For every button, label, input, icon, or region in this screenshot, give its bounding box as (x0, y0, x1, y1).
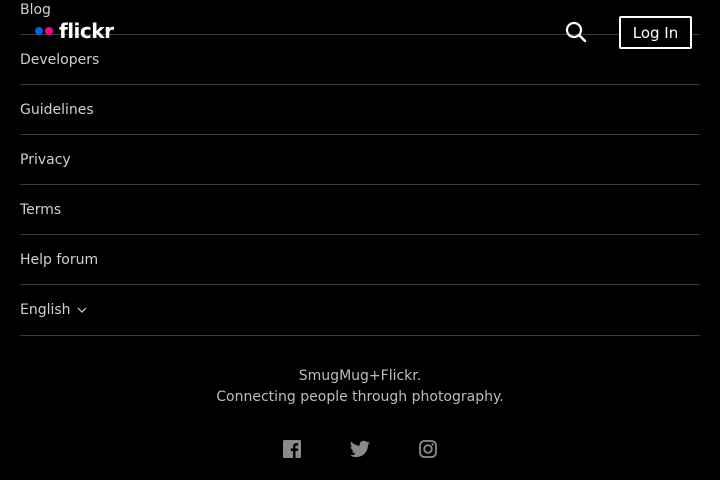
tagline-line-2: Connecting people through photography. (216, 389, 504, 405)
search-icon (565, 21, 587, 43)
footer-tagline: SmugMug+Flickr. Connecting people throug… (0, 366, 720, 408)
page: Blog Developers Guidelines Privacy Terms… (0, 0, 720, 480)
social-links (0, 439, 720, 459)
list-item: Privacy (20, 135, 700, 185)
list-item: Terms (20, 185, 700, 235)
login-button[interactable]: Log In (619, 16, 692, 49)
flickr-logo[interactable]: flickr (35, 19, 114, 43)
chevron-down-icon (77, 307, 86, 313)
list-item: Help forum (20, 235, 700, 285)
footer-link-terms[interactable]: Terms (20, 202, 61, 218)
footer-link-guidelines[interactable]: Guidelines (20, 102, 94, 118)
footer-link-help-forum[interactable]: Help forum (20, 252, 98, 268)
language-row: English (20, 285, 700, 336)
logo-text: flickr (59, 19, 114, 43)
language-selector[interactable]: English (20, 302, 87, 318)
language-label: English (20, 302, 71, 318)
list-item: Guidelines (20, 85, 700, 135)
logo-dot-pink (45, 27, 53, 35)
search-button[interactable] (564, 20, 588, 44)
logo-dot-blue (35, 27, 43, 35)
footer-link-privacy[interactable]: Privacy (20, 152, 71, 168)
twitter-icon[interactable] (350, 439, 370, 459)
tagline-line-1: SmugMug+Flickr. (298, 368, 422, 384)
facebook-icon[interactable] (282, 439, 302, 459)
instagram-icon[interactable] (418, 439, 438, 459)
header: flickr Log In (0, 0, 720, 64)
